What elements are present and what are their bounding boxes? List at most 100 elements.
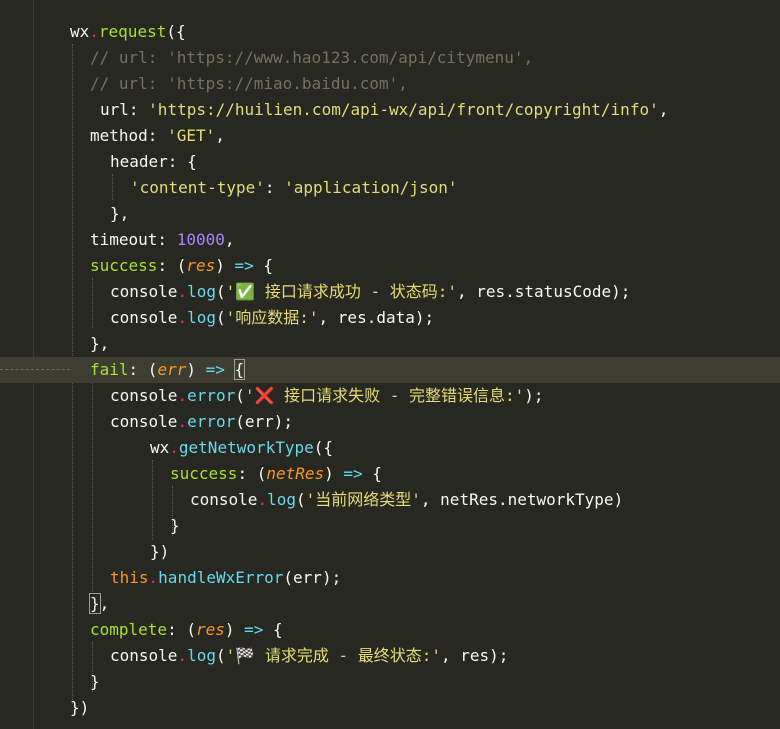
code-line[interactable]: method: 'GET',	[0, 123, 780, 149]
code-token: )	[324, 464, 344, 483]
code-line[interactable]: wx.request({	[0, 19, 780, 45]
code-line[interactable]: })	[0, 539, 780, 565]
code-line[interactable]: },	[0, 591, 780, 617]
code-token: '🏁 请求完成 - 最终状态:'	[225, 646, 441, 665]
code-text: timeout: 10000,	[90, 227, 235, 253]
code-token: console	[110, 386, 178, 405]
code-token: (err);	[235, 412, 294, 431]
code-token: : (	[128, 360, 158, 379]
code-text: success: (netRes) => {	[170, 461, 382, 487]
code-token: , res.data);	[318, 308, 435, 327]
code-token: '✅ 接口请求成功 - 状态码:'	[225, 282, 457, 301]
code-token: console	[190, 490, 258, 509]
code-token: })	[70, 698, 90, 717]
code-text: wx.getNetworkType({	[150, 435, 333, 461]
code-line[interactable]: },	[0, 331, 780, 357]
code-token: =>	[234, 256, 254, 275]
code-line[interactable]: 'content-type': 'application/json'	[0, 175, 780, 201]
code-line[interactable]: })	[0, 695, 780, 721]
matched-bracket: }	[89, 593, 101, 614]
code-text: console.log('响应数据:', res.data);	[110, 305, 434, 331]
code-text: console.error(err);	[110, 409, 293, 435]
code-token: {	[253, 256, 274, 275]
code-text: }	[170, 513, 180, 539]
code-text: complete: (res) => {	[90, 617, 283, 643]
code-text: console.log('当前网络类型', netRes.networkType…	[190, 487, 623, 513]
code-text: url: 'https://huilien.com/api-wx/api/fro…	[100, 97, 668, 123]
code-token: ,	[658, 100, 669, 119]
code-token: ,	[224, 230, 235, 249]
code-token: : (	[237, 464, 267, 483]
code-token: {	[263, 620, 283, 639]
code-line[interactable]: success: (netRes) => {	[0, 461, 780, 487]
code-text: }	[90, 669, 100, 695]
code-text: method: 'GET',	[90, 123, 225, 149]
code-token: , res);	[440, 646, 509, 665]
code-token: .	[148, 568, 159, 587]
code-token: console	[110, 412, 178, 431]
code-token: :	[264, 178, 285, 197]
code-token: timeout:	[90, 230, 177, 249]
code-token: '响应数据:'	[225, 308, 319, 327]
code-line[interactable]: wx.getNetworkType({	[0, 435, 780, 461]
code-token: (	[235, 386, 245, 405]
code-token: (	[215, 308, 226, 327]
code-text: header: {	[110, 149, 197, 175]
code-token: wx	[150, 438, 170, 457]
code-token: )	[215, 256, 235, 275]
code-token: .	[169, 438, 179, 457]
code-token: },	[90, 334, 110, 353]
code-line[interactable]: console.error('❌ 接口请求失败 - 完整错误信息:');	[0, 383, 780, 409]
code-token: '❌ 接口请求失败 - 完整错误信息:'	[244, 386, 525, 405]
code-token: console	[110, 646, 178, 665]
code-token: 'application/json'	[284, 178, 458, 197]
matched-bracket: {	[233, 359, 246, 380]
code-line[interactable]: }	[0, 669, 780, 695]
code-token: getNetworkType	[178, 438, 314, 457]
code-token: );	[524, 386, 544, 405]
code-token: res	[186, 256, 216, 275]
code-text: console.log('🏁 请求完成 - 最终状态:', res);	[110, 643, 508, 669]
code-text: })	[150, 539, 169, 565]
code-token: log	[187, 646, 216, 665]
code-line[interactable]: url: 'https://huilien.com/api-wx/api/fro…	[0, 97, 780, 123]
code-token: 10000	[176, 230, 225, 249]
code-token: console	[110, 282, 178, 301]
code-token: .	[89, 22, 99, 41]
code-line[interactable]: complete: (res) => {	[0, 617, 780, 643]
code-text: },	[90, 331, 109, 357]
code-token: // url: 'https://miao.baidu.com',	[90, 74, 408, 93]
code-token: console	[110, 308, 178, 327]
code-token: )	[186, 360, 206, 379]
code-line[interactable]: // url: 'https://www.hao123.com/api/city…	[0, 45, 780, 71]
code-token: (	[295, 490, 306, 509]
code-line[interactable]: console.log('🏁 请求完成 - 最终状态:', res);	[0, 643, 780, 669]
code-line[interactable]: header: {	[0, 149, 780, 175]
code-token: }	[90, 672, 100, 691]
code-token: success	[170, 464, 238, 483]
code-text: console.error('❌ 接口请求失败 - 完整错误信息:');	[110, 383, 544, 409]
code-line-active[interactable]: fail: (err) => {	[0, 357, 780, 383]
code-line[interactable]: timeout: 10000,	[0, 227, 780, 253]
code-line[interactable]: this.handleWxError(err);	[0, 565, 780, 591]
code-line[interactable]: },	[0, 201, 780, 227]
code-line[interactable]: // url: 'https://miao.baidu.com',	[0, 71, 780, 97]
code-line[interactable]: console.log('✅ 接口请求成功 - 状态码:', res.statu…	[0, 279, 780, 305]
code-line[interactable]: }	[0, 513, 780, 539]
code-text: wx.request({	[70, 19, 186, 45]
code-text: console.log('✅ 接口请求成功 - 状态码:', res.statu…	[110, 279, 630, 305]
code-text: },	[89, 591, 109, 617]
code-editor[interactable]: wx.request({// url: 'https://www.hao123.…	[0, 0, 780, 729]
code-text: })	[70, 695, 89, 721]
code-line[interactable]: success: (res) => {	[0, 253, 780, 279]
code-line[interactable]: console.log('当前网络类型', netRes.networkType…	[0, 487, 780, 513]
code-token: log	[187, 308, 216, 327]
code-token: }	[170, 516, 180, 535]
code-token: .	[177, 646, 188, 665]
code-line[interactable]: console.error(err);	[0, 409, 780, 435]
code-token: (	[215, 646, 226, 665]
code-text: // url: 'https://miao.baidu.com',	[90, 71, 408, 97]
code-line[interactable]: console.log('响应数据:', res.data);	[0, 305, 780, 331]
code-text: this.handleWxError(err);	[110, 565, 341, 591]
code-token: error	[187, 386, 236, 405]
